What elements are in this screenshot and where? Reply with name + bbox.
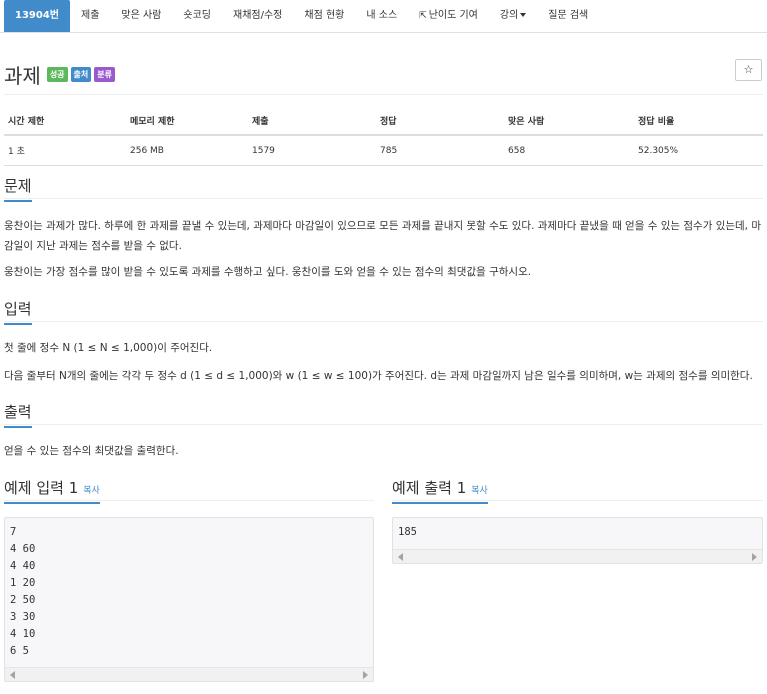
scroll-left-icon[interactable] [10,671,15,679]
label-success[interactable]: 성공 [46,67,68,82]
caret-down-icon [520,13,527,17]
problem-menu: 13904번 제출 맞은 사람 숏코딩 재채점/수정 채점 현황 내 소스 ⇱ 난… [0,0,767,32]
header-submissions: 제출 [248,108,376,136]
value-time-limit: 1 초 [4,135,126,166]
sample-output-rule [392,500,763,501]
sample-output-box[interactable]: 185 [392,517,763,564]
nav-divider [0,32,767,33]
scroll-right-icon[interactable] [363,671,368,679]
header-accepted: 정답 [376,108,504,136]
copy-input-button[interactable]: 복사 [83,486,100,496]
scroll-right-icon[interactable] [752,553,757,561]
output-description-1: 얻을 수 있는 점수의 최댓값을 출력한다. [4,445,179,457]
tab-status[interactable]: 채점 현황 [293,0,355,32]
value-ratio: 52.305% [634,135,763,166]
input-description-1: 첫 줄에 정수 N (1 ≤ N ≤ 1,000)이 주어진다. [4,342,213,354]
problem-section-rule [4,198,763,199]
page-title: 과제 [4,64,41,88]
input-description-2: 다음 줄부터 N개의 줄에는 각각 두 정수 d (1 ≤ d ≤ 1,000)… [4,370,753,382]
header-solved-users: 맞은 사람 [504,108,634,136]
tab-rejudge[interactable]: 재채점/수정 [222,0,293,32]
problem-info-table: 시간 제한 메모리 제한 제출 정답 맞은 사람 정답 비율 1 초 256 M… [4,108,763,166]
sample-input-box[interactable]: 7 4 60 4 40 1 20 2 50 3 30 4 10 6 5 [4,517,374,682]
title-divider [4,94,763,95]
output-section-rule [4,424,763,425]
sample-output-heading-text: 예제 출력 1 [392,479,467,497]
tab-my-source[interactable]: 내 소스 [355,0,408,32]
sample-input-text: 7 4 60 4 40 1 20 2 50 3 30 4 10 6 5 [10,526,36,657]
tab-solved-users[interactable]: 맞은 사람 [110,0,172,32]
problem-description-1: 웅찬이는 과제가 많다. 하루에 한 과제를 끝낼 수 있는데, 과제마다 마감… [4,220,762,252]
tab-question-search[interactable]: 질문 검색 [537,0,599,32]
table-header-row: 시간 제한 메모리 제한 제출 정답 맞은 사람 정답 비율 [4,108,763,136]
tab-difficulty-label: 난이도 기여 [428,10,478,21]
sample-input-scrollbar[interactable] [5,667,373,681]
value-solved-users: 658 [504,135,634,166]
sample-input-heading-text: 예제 입력 1 [4,479,79,497]
problem-description-2: 웅찬이는 가장 점수를 많이 받을 수 있도록 과제를 수행하고 싶다. 웅찬이… [4,266,532,278]
tab-lecture[interactable]: 강의 [489,0,537,32]
tab-problem-number[interactable]: 13904번 [4,0,70,32]
header-ratio: 정답 비율 [634,108,763,136]
input-section-rule [4,321,763,322]
sample-output-scrollbar[interactable] [393,549,762,563]
value-submissions: 1579 [248,135,376,166]
header-time-limit: 시간 제한 [4,108,126,136]
table-row: 1 초 256 MB 1579 785 658 52.305% [4,135,763,166]
sample-input-rule [4,500,374,501]
scroll-left-icon[interactable] [398,553,403,561]
tab-lecture-label: 강의 [499,10,519,21]
sample-output-text: 185 [398,526,417,538]
external-link-icon: ⇱ [419,11,427,21]
label-source[interactable]: 출처 [70,67,92,82]
header-memory-limit: 메모리 제한 [126,108,248,136]
tab-short-coding[interactable]: 숏코딩 [172,0,222,32]
label-category[interactable]: 분류 [94,67,116,82]
value-accepted: 785 [376,135,504,166]
tab-difficulty[interactable]: ⇱ 난이도 기여 [408,0,489,32]
title-row: 과제 성공 출처 분류 [4,60,118,89]
copy-output-button[interactable]: 복사 [471,486,488,496]
star-button[interactable]: ☆ [735,59,762,81]
value-memory-limit: 256 MB [126,135,248,166]
tab-submit[interactable]: 제출 [70,0,110,32]
